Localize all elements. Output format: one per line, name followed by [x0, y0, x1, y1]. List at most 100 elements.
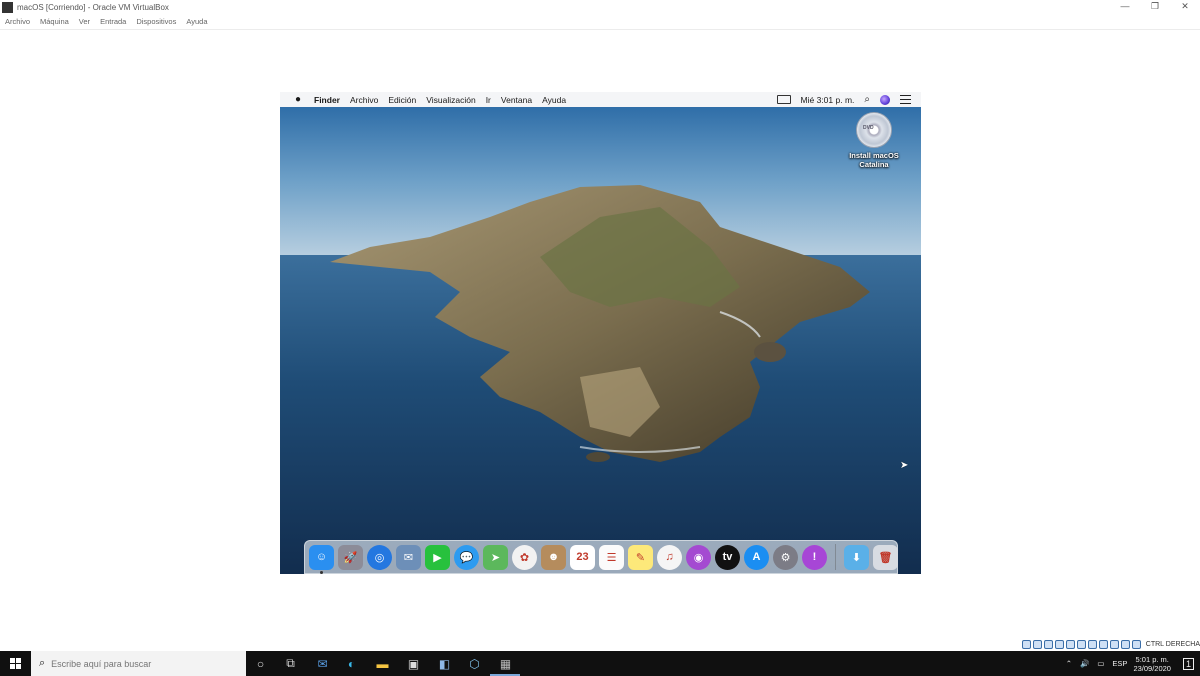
catalina-wallpaper — [280, 107, 921, 574]
vbox-menu-ver[interactable]: Ver — [74, 16, 95, 28]
install-macos-desktop-icon[interactable]: DVD Install macOS Catalina — [839, 112, 909, 169]
vbox-menubar: Archivo Máquina Ver Entrada Dispositivos… — [0, 16, 213, 28]
mail-taskbar-icon[interactable]: ✉ — [314, 655, 331, 672]
dock-messages-icon[interactable]: 💬 — [454, 544, 479, 570]
mac-menubar: ● Finder Archivo Edición Visualización I… — [280, 92, 921, 107]
dock-music-icon[interactable]: ♫ — [657, 544, 682, 570]
dock-safari-icon[interactable]: ◎ — [367, 544, 392, 570]
restore-button[interactable]: ❐ — [1140, 0, 1170, 14]
minimize-button[interactable]: — — [1110, 0, 1140, 14]
audio-status-icon[interactable] — [1043, 639, 1053, 649]
hdd-status-icon[interactable] — [1021, 639, 1031, 649]
taskbar-date: 23/09/2020 — [1133, 663, 1171, 673]
vbox-menu-maquina[interactable]: Máquina — [35, 16, 74, 28]
dock-podcasts-icon[interactable]: ◉ — [686, 544, 711, 570]
virtualbox-app-icon — [2, 1, 13, 13]
desktop-icon-label-line2: Catalina — [859, 160, 889, 169]
display-status-icon[interactable] — [1087, 639, 1097, 649]
airplay-icon[interactable] — [776, 95, 791, 104]
mac-clock[interactable]: Mié 3:01 p. m. — [801, 95, 855, 105]
taskbar-search[interactable]: ⌕ — [31, 651, 246, 676]
macos-vm-taskbar-icon[interactable]: ▦ — [497, 655, 514, 672]
vm-display[interactable]: ● Finder Archivo Edición Visualización I… — [280, 92, 921, 574]
vbox-menu-dispositivos[interactable]: Dispositivos — [131, 16, 181, 28]
dock-launchpad-icon[interactable]: 🚀 — [338, 544, 363, 570]
mac-menu-ir[interactable]: Ir — [486, 95, 491, 105]
mac-status-area: Mié 3:01 p. m. ⌕ — [767, 92, 911, 107]
dvd-icon: DVD — [856, 112, 892, 148]
mac-menu-ayuda[interactable]: Ayuda — [542, 95, 566, 105]
dock-system-preferences-icon[interactable]: ⚙ — [773, 544, 798, 570]
cortana-icon[interactable]: ○ — [252, 655, 269, 672]
vbox-menu-archivo[interactable]: Archivo — [0, 16, 35, 28]
app-taskbar-icon[interactable]: ◧ — [436, 655, 453, 672]
spotlight-icon[interactable]: ⌕ — [864, 94, 870, 105]
desktop-icon-label: Install macOS Catalina — [839, 151, 909, 169]
vbox-menu-ayuda[interactable]: Ayuda — [181, 16, 212, 28]
language-indicator[interactable]: ESP — [1112, 659, 1127, 668]
mac-dock: ☺ 🚀 ◎ ✉ ▶ 💬 ➤ ✿ ☻ 23 ☰ ✎ ♫ ◉ tv A ⚙! ⬇ 🗑 — [304, 540, 898, 574]
volume-icon[interactable]: 🔊 — [1080, 659, 1089, 668]
dock-reminders-icon[interactable]: ☰ — [599, 544, 624, 570]
dock-downloads-folder-icon[interactable]: ⬇ — [844, 544, 869, 570]
windows-logo-icon — [9, 658, 21, 669]
mac-menu-ventana[interactable]: Ventana — [501, 95, 532, 105]
close-button[interactable]: ✕ — [1170, 0, 1200, 14]
window-controls: — ❐ ✕ — [1110, 0, 1200, 14]
dock-app-store-icon[interactable]: A — [744, 544, 769, 570]
store-icon[interactable]: ▣ — [405, 655, 422, 672]
search-icon: ⌕ — [39, 657, 46, 669]
mac-menu-archivo[interactable]: Archivo — [350, 95, 378, 105]
dock-apple-tv-icon[interactable]: tv — [715, 544, 740, 570]
mac-menu-edicion[interactable]: Edición — [388, 95, 416, 105]
dock-separator — [835, 544, 836, 570]
notification-center-icon[interactable] — [900, 95, 911, 104]
dock-calendar-icon[interactable]: 23 — [570, 544, 595, 570]
window-titlebar: macOS [Corriendo] - Oracle VM VirtualBox… — [0, 0, 1200, 14]
vbox-status-bar: CTRL DERECHA — [1021, 638, 1200, 650]
virtualbox-taskbar-icon[interactable]: ⬡ — [466, 655, 483, 672]
task-view-icon[interactable]: ⧉ — [282, 655, 299, 672]
dock-running-indicator — [320, 570, 323, 574]
dock-feedback-assistant-icon[interactable]: ! — [802, 544, 827, 570]
mac-menu-visualizacion[interactable]: Visualización — [426, 95, 475, 105]
dvd-label: DVD — [863, 125, 874, 131]
dock-notes-icon[interactable]: ✎ — [628, 544, 653, 570]
optical-status-icon[interactable] — [1032, 639, 1042, 649]
dock-maps-icon[interactable]: ➤ — [483, 544, 508, 570]
notification-center-button[interactable]: 1 — [1182, 657, 1194, 670]
keyboard-status-icon[interactable] — [1131, 639, 1141, 649]
dock-trash-icon[interactable]: 🗑 — [873, 544, 898, 570]
window-title: macOS [Corriendo] - Oracle VM VirtualBox — [17, 2, 169, 12]
taskbar-clock[interactable]: 5:01 p. m. 23/09/2020 — [1133, 655, 1171, 673]
dock-contacts-icon[interactable]: ☻ — [541, 544, 566, 570]
mouse-integration-icon[interactable] — [1120, 639, 1130, 649]
desktop-icon-label-line1: Install macOS — [849, 151, 899, 160]
mac-menu-finder[interactable]: Finder — [314, 95, 340, 105]
shared-folders-status-icon[interactable] — [1076, 639, 1086, 649]
dock-finder-icon[interactable]: ☺ — [309, 544, 334, 574]
virtualbox-window: macOS [Corriendo] - Oracle VM VirtualBox… — [0, 0, 1200, 650]
network-status-icon[interactable] — [1054, 639, 1064, 649]
network-icon[interactable]: ▭ — [1097, 659, 1104, 668]
start-button[interactable] — [0, 651, 30, 676]
dock-mail-stamp-icon[interactable]: ✉ — [396, 544, 421, 570]
cpu-status-icon[interactable] — [1109, 639, 1119, 649]
menubar-divider — [0, 29, 1200, 30]
vbox-menu-entrada[interactable]: Entrada — [95, 16, 131, 28]
file-explorer-icon[interactable]: ▬ — [374, 655, 391, 672]
taskbar-search-input[interactable] — [51, 658, 232, 669]
taskbar-time: 5:01 p. m. — [1135, 654, 1169, 664]
edge-icon[interactable]: ◐ — [343, 655, 360, 672]
windows-taskbar: ⌕ ○ ⧉ ✉ ◐ ▬ ▣ ◧ ⬡ ▦ ⌃ 🔊 ▭ ESP 5:01 p. m.… — [0, 651, 1200, 676]
dock-photos-icon[interactable]: ✿ — [512, 544, 537, 570]
usb-status-icon[interactable] — [1065, 639, 1075, 649]
system-tray: ⌃ 🔊 ▭ ESP 5:01 p. m. 23/09/2020 1 — [1066, 651, 1200, 676]
dock-facetime-icon[interactable]: ▶ — [425, 544, 450, 570]
recording-status-icon[interactable] — [1098, 639, 1108, 649]
host-key-label: CTRL DERECHA — [1145, 640, 1200, 648]
mouse-cursor-icon: ➤ — [900, 460, 909, 471]
apple-icon[interactable]: ● — [292, 94, 304, 105]
siri-icon[interactable] — [880, 94, 890, 105]
show-hidden-icons[interactable]: ⌃ — [1066, 659, 1072, 668]
